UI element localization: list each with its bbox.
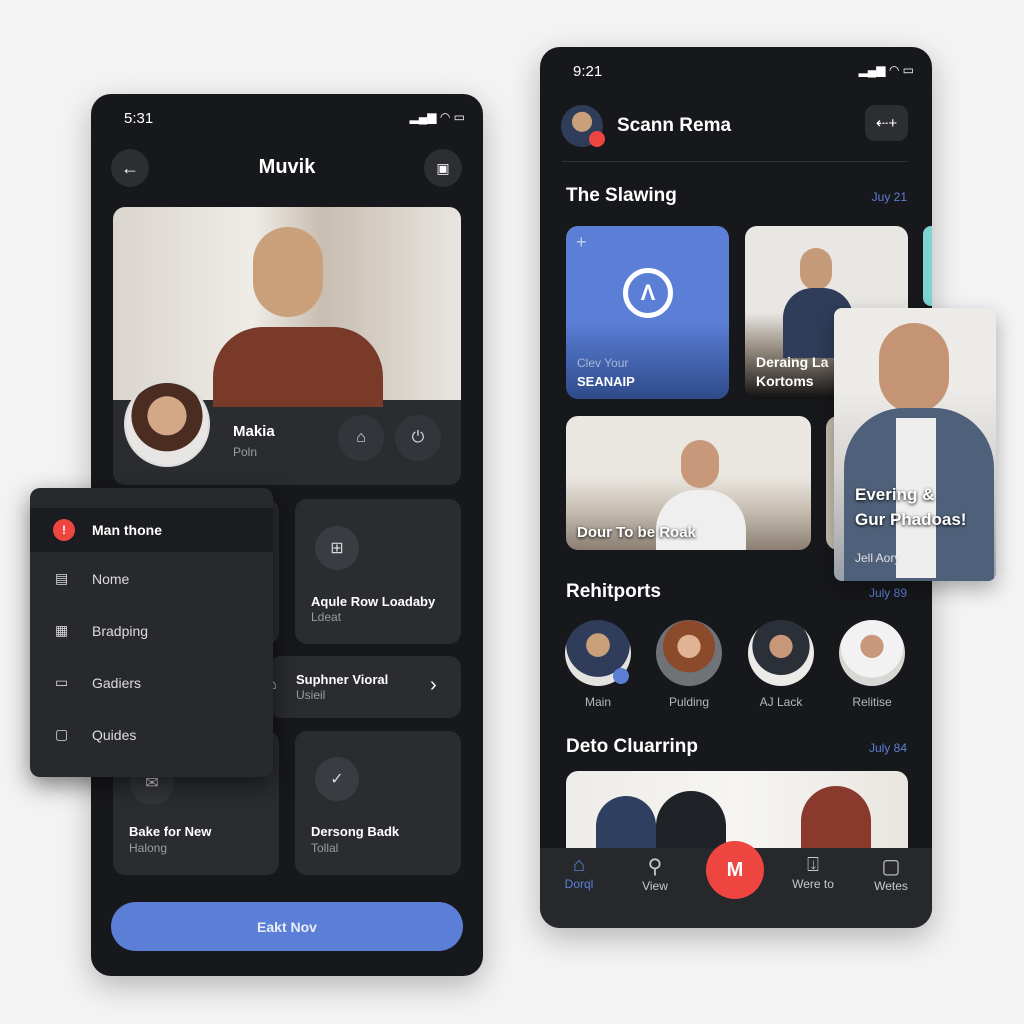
menu-item-active[interactable]: ! Man thone xyxy=(30,508,273,552)
section-title: The Slawing xyxy=(566,185,677,206)
profile-name: Makia xyxy=(233,423,275,440)
tile-line2: SEANAIP xyxy=(577,374,635,389)
featured-tile[interactable]: + Λ Clev Your SEANAIP xyxy=(566,226,729,399)
nav-label: Dorql xyxy=(564,877,594,891)
person-avatar[interactable] xyxy=(656,620,722,686)
nav-view[interactable]: ⚲ View xyxy=(630,854,680,893)
nav-label: Were to xyxy=(792,877,834,891)
power-button[interactable]: ⏻ xyxy=(395,415,441,461)
card-sub: Halong xyxy=(129,841,168,855)
float-title: Evering & xyxy=(855,485,935,504)
tile-title: Dour To be Roak xyxy=(577,524,696,541)
avatar xyxy=(124,381,210,467)
user-avatar[interactable] xyxy=(561,105,605,147)
search-icon: ⚲ xyxy=(647,856,663,878)
camera-button[interactable]: ⌂ xyxy=(338,415,384,461)
menu-item[interactable]: ▢ Quides xyxy=(30,721,273,751)
status-icons: ▂▄▆ ◠ ▭ xyxy=(858,63,914,77)
float-title: Gur Phadoas! xyxy=(855,510,967,529)
menu-item[interactable]: ▦ Bradping xyxy=(30,617,273,647)
equipment-icon: ⊞ xyxy=(315,526,359,570)
user-name: Scann Rema xyxy=(617,115,732,136)
menu-label: Man thone xyxy=(92,522,162,538)
card-title: Suphner Vioral xyxy=(296,672,389,687)
nav-share[interactable]: ⍗ Were to xyxy=(783,854,843,891)
tile-line1: Deraing La xyxy=(756,354,829,370)
profile-sub: Poln xyxy=(233,445,258,459)
card-title: Bake for New xyxy=(129,824,212,839)
home-icon: ▤ xyxy=(55,570,69,586)
tile-line1: Clev Your xyxy=(577,356,629,370)
menu-label: Bradping xyxy=(92,623,149,639)
hero-photo xyxy=(113,207,461,407)
status-time: 9:21 xyxy=(573,63,603,80)
person-name: Pulding xyxy=(668,695,710,709)
online-badge xyxy=(613,668,629,684)
card-title: Aqule Row Loadaby xyxy=(311,594,436,609)
folder-icon: ▭ xyxy=(55,674,69,690)
dropdown-menu: ! Man thone ▤ Nome ▦ Bradping ▭ Gadiers … xyxy=(30,488,273,777)
card-sub: Usieil xyxy=(296,688,326,702)
save-icon: ▦ xyxy=(55,622,69,638)
menu-label: Nome xyxy=(92,571,130,587)
status-icons: ▂▄▆ ◠ ▭ xyxy=(409,110,465,124)
list-card[interactable]: ⌂ Suphner Vioral Usieil › xyxy=(267,656,461,718)
brand-logo: Λ xyxy=(623,268,673,318)
float-sub: Jell Aory xyxy=(855,551,901,565)
chat-icon: ▢ xyxy=(55,726,69,742)
tile-line2: Kortoms xyxy=(756,373,814,389)
person-name: AJ Lack xyxy=(759,695,803,709)
person-name: Relitise xyxy=(852,695,892,709)
card-sub: Tollal xyxy=(311,841,339,855)
share-icon: ⍗ xyxy=(807,854,819,876)
person-name: Main xyxy=(584,695,611,709)
grid-card[interactable]: ⊞ Aqule Row Loadaby Ldeat xyxy=(295,499,461,644)
floating-video-card[interactable]: Evering & Gur Phadoas! Jell Aory xyxy=(834,308,996,581)
chevron-right-icon[interactable]: › xyxy=(430,674,437,697)
notification-badge xyxy=(589,131,605,147)
plus-icon: + xyxy=(576,232,587,252)
briefcase-button[interactable]: ▣ xyxy=(424,149,462,187)
menu-item[interactable]: ▤ Nome xyxy=(30,565,273,595)
grid-card[interactable]: ✓ Dersong Badk Tollal xyxy=(295,731,461,875)
teal-tile-edge xyxy=(923,226,932,306)
nav-label: View xyxy=(642,879,668,893)
section-title: Deto Cluarrinp xyxy=(566,736,698,757)
person-avatar[interactable] xyxy=(748,620,814,686)
section-title: Rehitports xyxy=(566,581,661,602)
menu-label: Gadiers xyxy=(92,675,142,691)
section-date[interactable]: July 84 xyxy=(869,741,907,755)
record-button[interactable]: M xyxy=(706,841,764,899)
alert-icon: ! xyxy=(53,519,75,541)
section-date[interactable]: Juy 21 xyxy=(872,190,907,204)
nav-label: Wetes xyxy=(874,879,908,893)
person-avatar[interactable] xyxy=(839,620,905,686)
menu-item[interactable]: ▭ Gadiers xyxy=(30,669,273,699)
bottom-nav: ⌂ Dorql ⚲ View M ⍗ Were to ▢ Wetes xyxy=(540,841,932,928)
status-time: 5:31 xyxy=(124,110,154,127)
video-tile[interactable]: Dour To be Roak xyxy=(566,416,811,550)
person-avatar[interactable] xyxy=(565,620,631,686)
divider xyxy=(562,161,908,162)
check-icon: ✓ xyxy=(315,757,359,801)
nav-home[interactable]: ⌂ Dorql xyxy=(554,854,604,891)
exit-button[interactable]: ⇠+ xyxy=(865,105,908,141)
primary-button[interactable]: Eakt Nov xyxy=(111,902,463,951)
hero-card: Makia Poln ⌂ ⏻ xyxy=(113,207,461,485)
section-date[interactable]: July 89 xyxy=(869,586,907,600)
chat-icon: ▢ xyxy=(881,856,901,878)
menu-label: Quides xyxy=(92,727,137,743)
home-icon: ⌂ xyxy=(572,854,586,876)
card-title: Dersong Badk xyxy=(311,824,400,839)
card-sub: Ldeat xyxy=(311,610,342,624)
nav-chat[interactable]: ▢ Wetes xyxy=(866,854,916,893)
